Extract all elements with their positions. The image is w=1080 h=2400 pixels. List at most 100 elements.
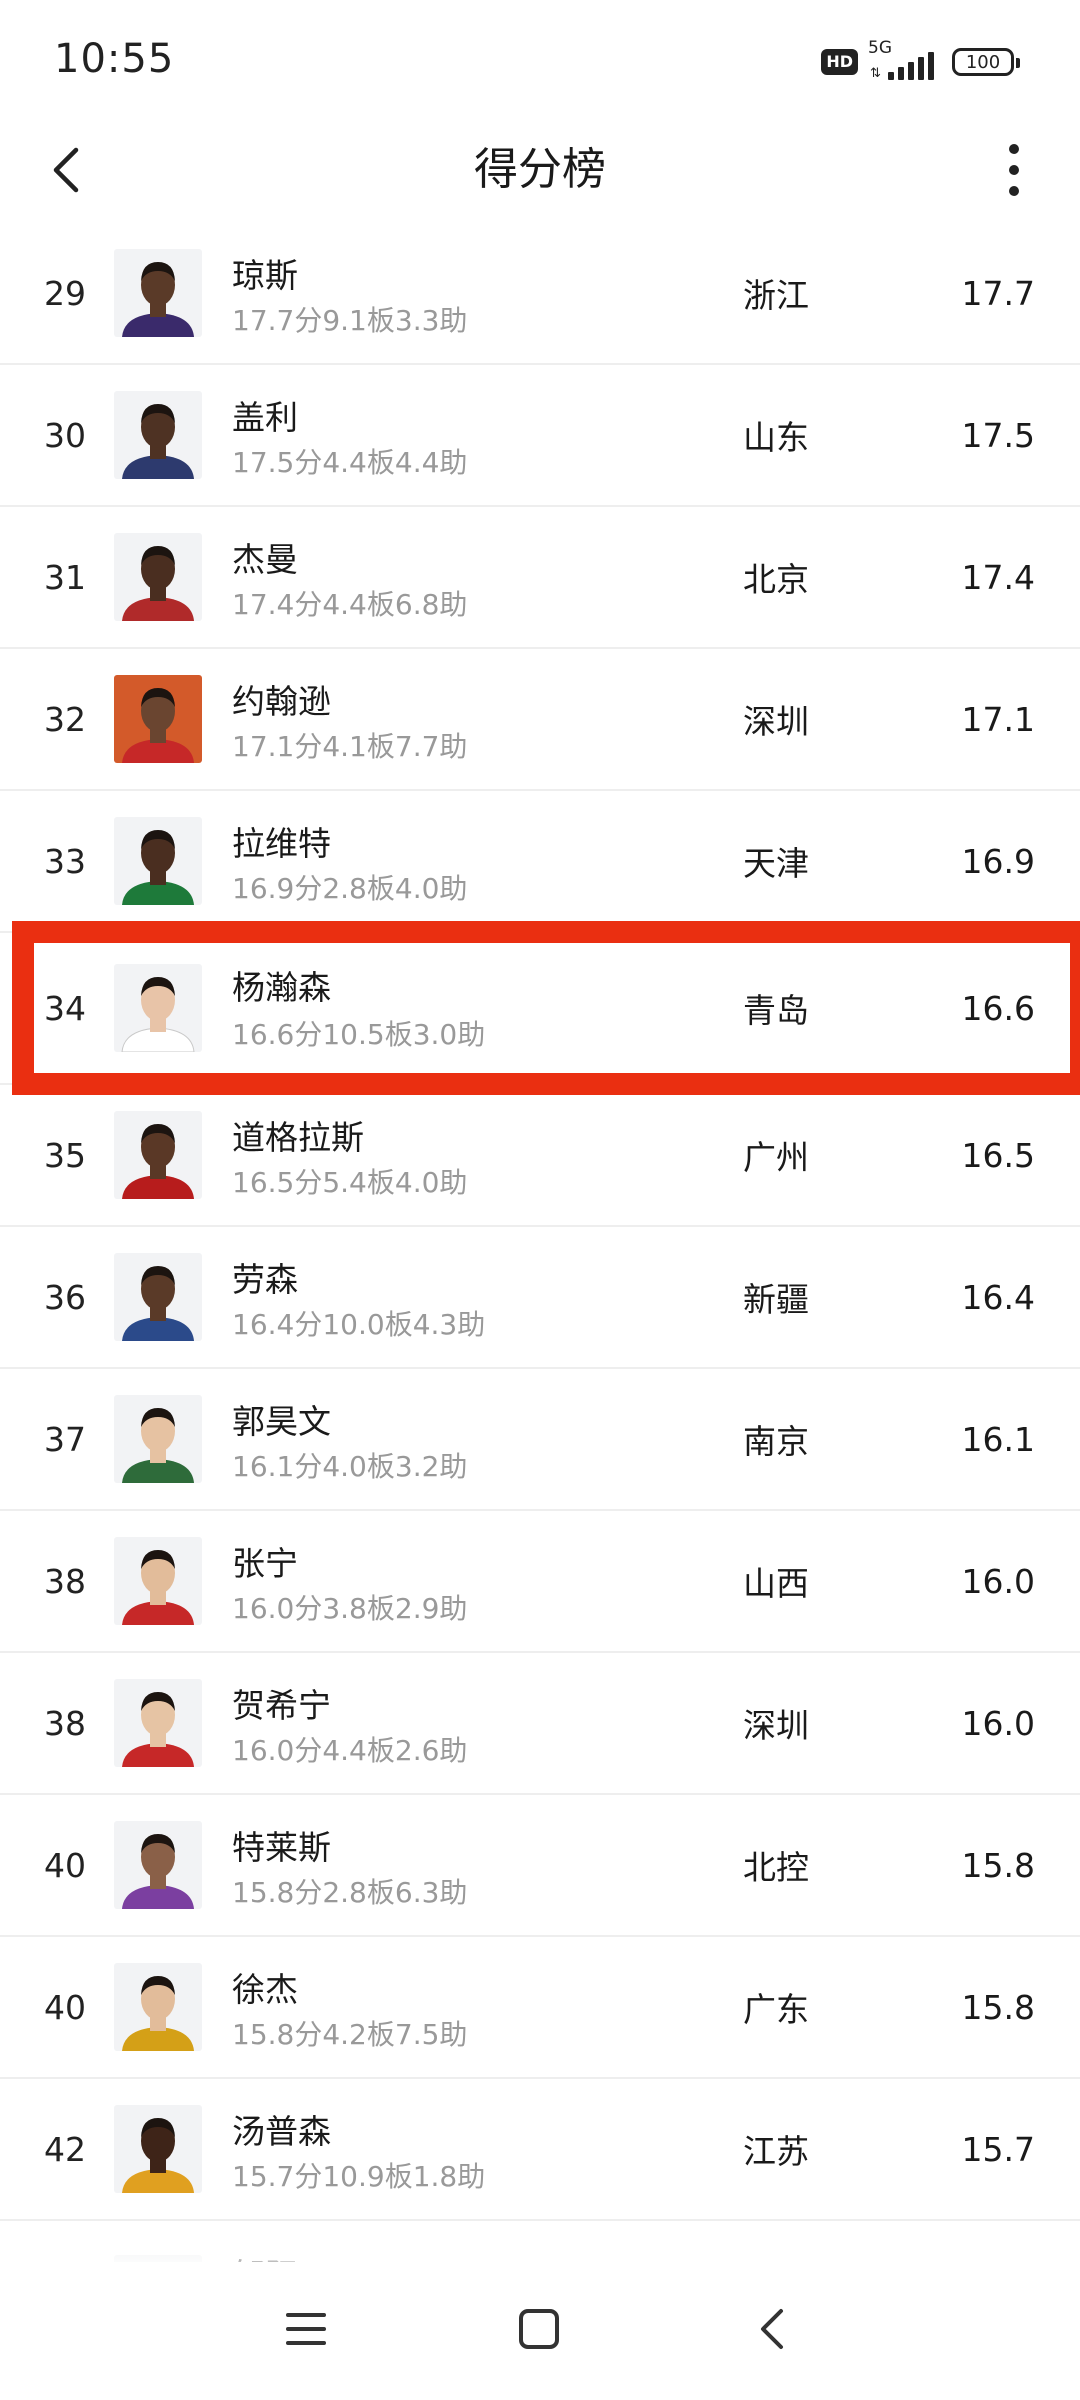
status-icons: HD 5G ⇅ 100 — [821, 38, 1020, 82]
player-avatar — [114, 2105, 202, 2193]
player-stats: 16.1分4.0板3.2助 — [232, 1450, 468, 1483]
player-team: 深圳 — [743, 1706, 809, 1745]
player-row[interactable]: 36 劳森 16.4分10.0板4.3助 新疆 16.4 — [0, 1227, 1080, 1369]
player-rank: 31 — [44, 557, 86, 597]
player-team: 南京 — [743, 1422, 809, 1461]
player-rank: 40 — [44, 1845, 86, 1885]
player-photo-icon — [114, 391, 202, 479]
player-stats: 15.7分10.9板1.8助 — [232, 2160, 486, 2193]
player-name: 劳森 — [232, 1260, 298, 1299]
status-time: 10:55 — [54, 36, 175, 82]
player-list[interactable]: 29 琼斯 17.7分9.1板3.3助 浙江 17.7 30 盖利 17.5分4.4板4.4助… — [0, 223, 1080, 2263]
menu-icon — [286, 2313, 326, 2345]
system-nav-bar — [0, 2262, 1080, 2400]
player-row[interactable]: 42 汤普森 15.7分10.9板1.8助 江苏 15.7 — [0, 2079, 1080, 2221]
player-stats: 16.6分10.5板3.0助 — [232, 1018, 486, 1051]
player-stats: 17.5分4.4板4.4助 — [232, 446, 468, 479]
player-team: 北京 — [743, 560, 809, 599]
player-rank: 34 — [44, 988, 86, 1028]
player-name: 琼斯 — [232, 256, 298, 295]
player-photo-icon — [114, 249, 202, 337]
player-score: 16.1 — [961, 1419, 1035, 1459]
player-rank: 40 — [44, 1987, 86, 2027]
player-name: 特莱斯 — [232, 1828, 331, 1867]
player-avatar — [114, 533, 202, 621]
player-name: 张宁 — [232, 1544, 298, 1583]
player-row[interactable]: 38 贺希宁 16.0分4.4板2.6助 深圳 16.0 — [0, 1653, 1080, 1795]
player-name: 约翰逊 — [232, 682, 331, 721]
player-row[interactable]: 37 郭昊文 16.1分4.0板3.2助 南京 16.1 — [0, 1369, 1080, 1511]
player-row[interactable]: 40 特莱斯 15.8分2.8板6.3助 北控 15.8 — [0, 1795, 1080, 1937]
system-back-button[interactable] — [727, 2284, 817, 2374]
player-photo-icon — [114, 1963, 202, 2051]
player-row[interactable]: 30 盖利 17.5分4.4板4.4助 山东 17.5 — [0, 365, 1080, 507]
status-bar: 10:55 HD 5G ⇅ 100 — [0, 0, 1080, 120]
player-team: 北控 — [743, 1848, 809, 1887]
player-row[interactable]: 29 琼斯 17.7分9.1板3.3助 浙江 17.7 — [0, 223, 1080, 365]
player-rank: 42 — [44, 2129, 86, 2169]
recents-button[interactable] — [261, 2284, 351, 2374]
battery-icon: 100 — [952, 48, 1020, 76]
home-button[interactable] — [494, 2284, 584, 2374]
back-triangle-icon — [761, 2309, 783, 2349]
player-rank: 35 — [44, 1135, 86, 1175]
player-photo-icon — [114, 1395, 202, 1483]
leaderboard-page: 10:55 HD 5G ⇅ 100 得分榜 29 琼斯 17.7分9.1板3.3… — [0, 0, 1080, 2400]
player-team: 江苏 — [743, 2132, 809, 2171]
player-row-highlighted[interactable]: 34 杨瀚森 16.6分10.5板3.0助 青岛 16.6 — [0, 933, 1080, 1085]
player-rank: 32 — [44, 699, 86, 739]
player-row[interactable]: 38 张宁 16.0分3.8板2.9助 山西 16.0 — [0, 1511, 1080, 1653]
player-name: 杰曼 — [232, 540, 298, 579]
player-rank: 30 — [44, 415, 86, 455]
player-photo-icon — [114, 533, 202, 621]
player-avatar — [114, 1253, 202, 1341]
player-stats: 16.5分5.4板4.0助 — [232, 1166, 468, 1199]
player-name: 盖利 — [232, 398, 298, 437]
data-arrows-icon: ⇅ — [870, 66, 881, 81]
player-stats: 16.0分3.8板2.9助 — [232, 1592, 468, 1625]
player-team: 山西 — [743, 1564, 809, 1603]
player-rank: 36 — [44, 1277, 86, 1317]
player-avatar — [114, 1821, 202, 1909]
player-rank: 37 — [44, 1419, 86, 1459]
battery-level: 100 — [965, 51, 1001, 73]
player-photo-icon — [114, 2105, 202, 2193]
player-score: 15.8 — [961, 1845, 1035, 1885]
player-name: 拉维特 — [232, 824, 331, 863]
player-row[interactable]: 32 约翰逊 17.1分4.1板7.7助 深圳 17.1 — [0, 649, 1080, 791]
player-score: 16.5 — [961, 1135, 1035, 1175]
player-team: 深圳 — [743, 702, 809, 741]
top-app-bar: 得分榜 — [0, 110, 1080, 230]
player-row[interactable]: 40 徐杰 15.8分4.2板7.5助 广东 15.8 — [0, 1937, 1080, 2079]
player-team: 天津 — [743, 844, 809, 883]
page-title: 得分榜 — [474, 144, 606, 195]
player-avatar — [114, 1111, 202, 1199]
player-avatar — [114, 249, 202, 337]
player-team: 山东 — [743, 418, 809, 457]
player-avatar — [114, 1537, 202, 1625]
player-row[interactable]: 35 道格拉斯 16.5分5.4板4.0助 广州 16.5 — [0, 1085, 1080, 1227]
player-avatar — [114, 817, 202, 905]
player-score: 16.0 — [961, 1561, 1035, 1601]
player-team: 广州 — [743, 1138, 809, 1177]
player-stats: 17.7分9.1板3.3助 — [232, 304, 468, 337]
player-name: 道格拉斯 — [232, 1118, 364, 1157]
player-rank: 33 — [44, 841, 86, 881]
player-score: 15.7 — [961, 2129, 1035, 2169]
home-square-icon — [519, 2309, 559, 2349]
player-name: 汤普森 — [232, 2112, 331, 2151]
player-stats: 16.9分2.8板4.0助 — [232, 872, 468, 905]
player-score: 17.1 — [961, 699, 1035, 739]
player-row[interactable]: 31 杰曼 17.4分4.4板6.8助 北京 17.4 — [0, 507, 1080, 649]
player-rank: 29 — [44, 273, 86, 313]
player-score: 15.8 — [961, 1987, 1035, 2027]
player-name: 贺希宁 — [232, 1686, 331, 1725]
player-stats: 17.1分4.1板7.7助 — [232, 730, 468, 763]
signal-icon: 5G ⇅ — [868, 38, 942, 82]
more-options-button[interactable] — [976, 132, 1052, 208]
player-score: 16.4 — [961, 1277, 1035, 1317]
player-row[interactable]: 33 拉维特 16.9分2.8板4.0助 天津 16.9 — [0, 791, 1080, 933]
player-avatar — [114, 1679, 202, 1767]
player-stats: 15.8分2.8板6.3助 — [232, 1876, 468, 1909]
player-stats: 16.4分10.0板4.3助 — [232, 1308, 486, 1341]
